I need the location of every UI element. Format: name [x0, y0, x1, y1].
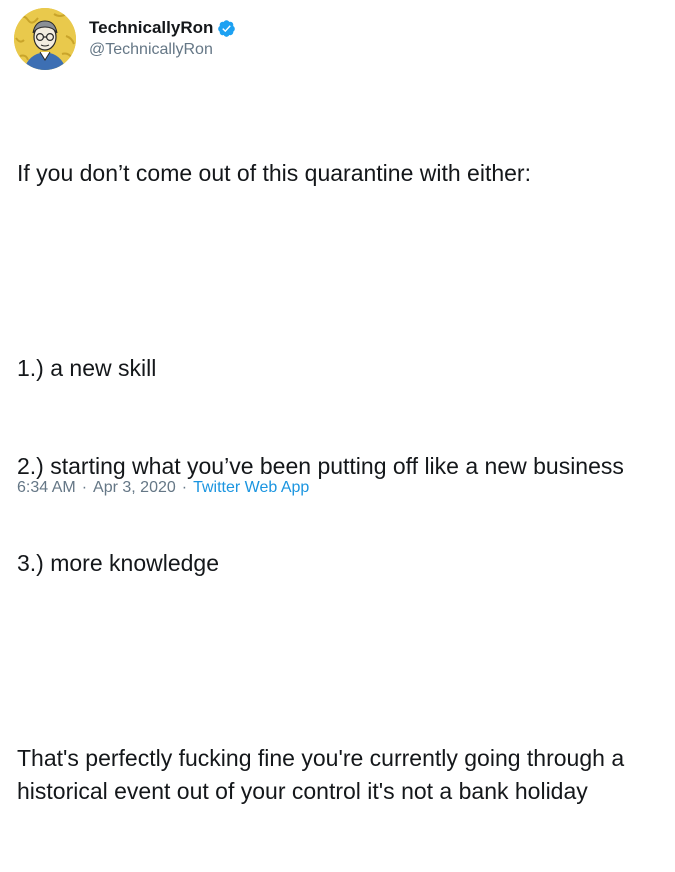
- verified-badge-icon: [217, 19, 236, 38]
- name-row: TechnicallyRon: [89, 17, 236, 39]
- tweet-intro: If you don’t come out of this quarantine…: [17, 160, 531, 186]
- avatar[interactable]: [14, 8, 76, 70]
- tweet-date[interactable]: Apr 3, 2020: [93, 477, 176, 499]
- list-item: 1.) a new skill: [17, 355, 157, 381]
- tweet-closing: That's perfectly fucking fine you're cur…: [17, 745, 631, 804]
- meta-separator: ·: [81, 479, 88, 496]
- tweet-meta: 6:34 AM · Apr 3, 2020 · Twitter Web App: [17, 477, 309, 499]
- tweet-header: TechnicallyRon @TechnicallyRon: [14, 8, 236, 70]
- tweet-source-link[interactable]: Twitter Web App: [193, 477, 309, 499]
- display-name[interactable]: TechnicallyRon: [89, 17, 213, 39]
- tweet-time[interactable]: 6:34 AM: [17, 477, 76, 499]
- user-handle[interactable]: @TechnicallyRon: [89, 39, 236, 61]
- avatar-illustration: [14, 8, 76, 70]
- list-item: 3.) more knowledge: [17, 550, 219, 576]
- tweet-card: TechnicallyRon @TechnicallyRon If you do…: [0, 0, 675, 804]
- meta-separator: ·: [181, 479, 188, 496]
- user-names: TechnicallyRon @TechnicallyRon: [89, 17, 236, 61]
